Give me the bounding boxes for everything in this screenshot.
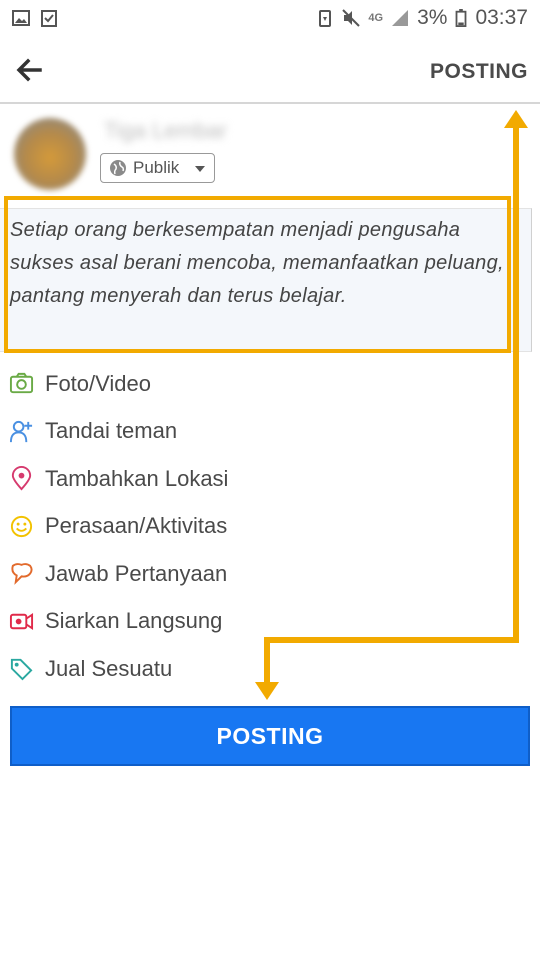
speech-bubble-icon xyxy=(9,561,34,586)
price-tag-icon xyxy=(9,656,34,681)
option-label: Siarkan Langsung xyxy=(45,608,223,634)
privacy-selector[interactable]: Publik xyxy=(100,153,215,183)
option-label: Jual Sesuatu xyxy=(45,655,173,681)
clock: 03:37 xyxy=(475,6,528,29)
globe-icon xyxy=(109,159,127,177)
mute-icon xyxy=(342,9,361,27)
option-label: Tandai teman xyxy=(45,418,178,444)
composer-options: Foto/Video Tandai teman Tambahkan Lokasi… xyxy=(0,360,540,693)
post-button-bottom[interactable]: POSTING xyxy=(10,706,530,766)
option-label: Foto/Video xyxy=(45,370,152,396)
option-jual-sesuatu[interactable]: Jual Sesuatu xyxy=(0,645,540,693)
option-jawab-pertanyaan[interactable]: Jawab Pertanyaan xyxy=(0,550,540,598)
privacy-label: Publik xyxy=(133,158,180,177)
option-foto-video[interactable]: Foto/Video xyxy=(0,360,540,408)
location-pin-icon xyxy=(9,466,34,491)
post-text: Setiap orang berkesempatan menjadi pengu… xyxy=(10,219,504,307)
gallery-icon xyxy=(12,9,30,27)
user-name: Tiga Lembar xyxy=(104,118,227,143)
status-bar: 4G 3% 03:37 xyxy=(0,0,540,36)
caret-down-icon xyxy=(194,162,206,174)
app-bar: POSTING xyxy=(0,36,540,104)
network-type: 4G xyxy=(368,12,384,24)
option-tandai-teman[interactable]: Tandai teman xyxy=(0,408,540,456)
post-button-top[interactable]: POSTING xyxy=(430,60,528,84)
option-siarkan-langsung[interactable]: Siarkan Langsung xyxy=(0,598,540,646)
camera-icon xyxy=(9,371,34,396)
battery-icon xyxy=(455,9,467,27)
option-label: Tambahkan Lokasi xyxy=(45,465,229,491)
battery-saver-icon xyxy=(316,9,334,27)
live-video-icon xyxy=(9,609,34,634)
back-arrow-icon[interactable] xyxy=(14,54,46,86)
option-label: Perasaan/Aktivitas xyxy=(45,513,228,539)
battery-percent: 3% xyxy=(417,6,448,29)
option-perasaan-aktivitas[interactable]: Perasaan/Aktivitas xyxy=(0,503,540,551)
smiley-icon xyxy=(9,514,34,539)
tag-friend-icon xyxy=(9,419,34,444)
option-label: Jawab Pertanyaan xyxy=(45,560,228,586)
avatar xyxy=(14,118,86,190)
option-tambahkan-lokasi[interactable]: Tambahkan Lokasi xyxy=(0,455,540,503)
clipboard-check-icon xyxy=(40,9,58,27)
signal-icon xyxy=(391,9,409,27)
